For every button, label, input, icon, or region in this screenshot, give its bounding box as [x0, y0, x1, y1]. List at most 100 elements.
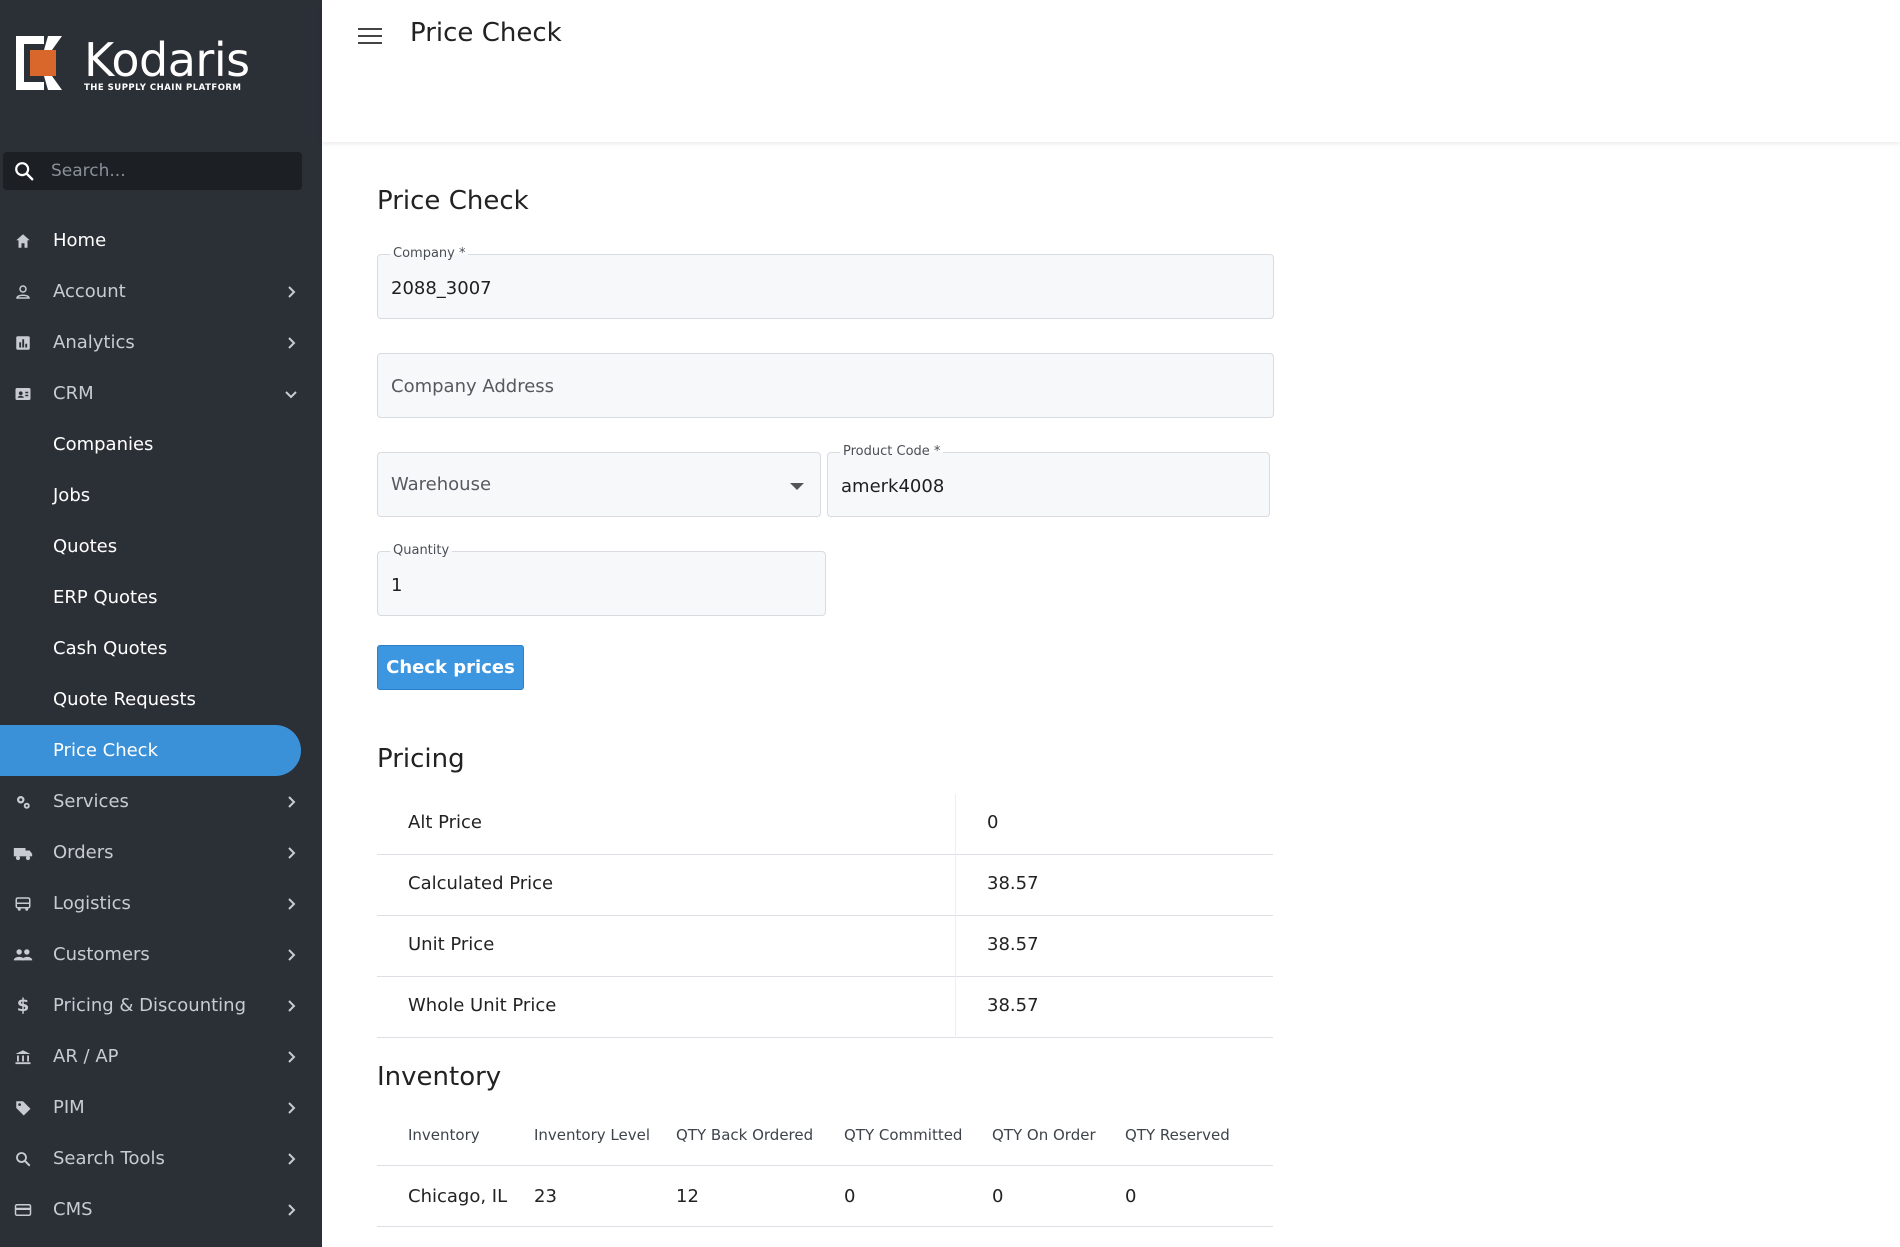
chevron-right-icon: [288, 948, 296, 961]
inventory-table: Inventory Inventory Level QTY Back Order…: [377, 1105, 1273, 1227]
quantity-field[interactable]: Quantity 1: [377, 543, 826, 616]
sidebar-item-quotes[interactable]: Quotes: [0, 521, 322, 572]
sidebar-item-services[interactable]: Services: [0, 776, 322, 827]
company-field[interactable]: Company * 2088_3007: [377, 246, 1274, 319]
sidebar-nav: Home Account Analytics CRM Companies Job…: [0, 215, 322, 1235]
chevron-right-icon: [288, 336, 296, 349]
pricing-label: Calculated Price: [408, 873, 554, 894]
table-row: Unit Price 38.57: [377, 916, 1273, 977]
sidebar-item-logistics[interactable]: Logistics: [0, 878, 322, 929]
chevron-right-icon: [288, 1203, 296, 1216]
sidebar-item-label: Cash Quotes: [53, 638, 168, 659]
chevron-down-icon: [285, 390, 297, 398]
column-header: QTY On Order: [992, 1126, 1096, 1144]
dropdown-arrow-icon: [790, 483, 804, 490]
sidebar-item-label: Home: [53, 230, 107, 251]
pricing-title: Pricing: [377, 744, 465, 774]
sidebar-item-label: AR / AP: [53, 1046, 119, 1067]
sidebar-item-home[interactable]: Home: [0, 215, 322, 266]
sidebar-search: [3, 152, 302, 190]
pricing-label: Unit Price: [408, 934, 495, 955]
sidebar-item-label: Orders: [53, 842, 114, 863]
warehouse-select[interactable]: Warehouse: [377, 452, 821, 517]
warehouse-placeholder: Warehouse: [391, 474, 492, 495]
chevron-right-icon: [288, 846, 296, 859]
menu-icon[interactable]: [358, 28, 382, 48]
sidebar-item-label: Search Tools: [53, 1148, 165, 1169]
sidebar-item-pricing-discounting[interactable]: $ Pricing & Discounting: [0, 980, 322, 1031]
card-icon: [13, 1200, 33, 1220]
sidebar-item-label: Account: [53, 281, 126, 302]
table-cell: 0: [1125, 1186, 1137, 1207]
sidebar-item-jobs[interactable]: Jobs: [0, 470, 322, 521]
contact-card-icon: [13, 384, 33, 404]
brand-name: Kodaris: [84, 33, 250, 87]
chevron-right-icon: [288, 999, 296, 1012]
chevron-right-icon: [288, 1101, 296, 1114]
table-cell: Chicago, IL: [408, 1186, 508, 1207]
sidebar-item-analytics[interactable]: Analytics: [0, 317, 322, 368]
column-header: Inventory Level: [534, 1126, 651, 1144]
sidebar-item-label: Companies: [53, 434, 154, 455]
sidebar-item-label: Customers: [53, 944, 150, 965]
pricing-table: Alt Price 0 Calculated Price 38.57 Unit …: [377, 794, 1273, 1038]
product-code-field[interactable]: Product Code * amerk4008: [827, 444, 1270, 517]
pricing-value: 38.57: [987, 995, 1039, 1016]
table-row: Alt Price 0: [377, 794, 1273, 855]
sidebar-item-ar-ap[interactable]: AR / AP: [0, 1031, 322, 1082]
table-cell: 0: [992, 1186, 1004, 1207]
sidebar-item-cms[interactable]: CMS: [0, 1184, 322, 1235]
search-icon: [13, 1149, 33, 1169]
sidebar-item-search-tools[interactable]: Search Tools: [0, 1133, 322, 1184]
people-icon: [13, 945, 33, 965]
sidebar-item-quote-requests[interactable]: Quote Requests: [0, 674, 322, 725]
pricing-label: Whole Unit Price: [408, 995, 557, 1016]
quantity-label: Quantity: [390, 543, 453, 558]
bank-icon: [13, 1047, 33, 1067]
sidebar-item-label: PIM: [53, 1097, 85, 1118]
logo[interactable]: Kodaris THE SUPPLY CHAIN PLATFORM: [14, 34, 250, 93]
company-label: Company *: [390, 246, 469, 261]
chart-icon: [13, 333, 33, 353]
home-icon: [13, 231, 33, 251]
sidebar-item-label: Jobs: [53, 485, 91, 506]
person-icon: [13, 282, 33, 302]
page-title: Price Check: [410, 18, 562, 48]
dollar-icon: $: [16, 995, 30, 1016]
sidebar-item-orders[interactable]: Orders: [0, 827, 322, 878]
product-code-value: amerk4008: [841, 476, 945, 497]
sidebar-item-price-check[interactable]: Price Check: [0, 725, 301, 776]
product-code-label: Product Code *: [840, 444, 944, 459]
pricing-value: 0: [987, 812, 999, 833]
pricing-value: 38.57: [987, 873, 1039, 894]
column-header: Inventory: [408, 1126, 480, 1144]
search-input[interactable]: [51, 161, 281, 181]
sidebar-item-label: Quote Requests: [53, 689, 196, 710]
sidebar-item-customers[interactable]: Customers: [0, 929, 322, 980]
sidebar-item-companies[interactable]: Companies: [0, 419, 322, 470]
company-address-placeholder: Company Address: [391, 376, 555, 397]
chevron-right-icon: [288, 285, 296, 298]
pricing-label: Alt Price: [408, 812, 483, 833]
sidebar-item-label: CMS: [53, 1199, 93, 1220]
column-header: QTY Back Ordered: [676, 1126, 814, 1144]
sidebar-item-account[interactable]: Account: [0, 266, 322, 317]
tag-icon: [13, 1098, 33, 1118]
bus-icon: [13, 894, 33, 914]
column-header: QTY Committed: [844, 1126, 963, 1144]
search-icon: [15, 162, 34, 181]
check-prices-button[interactable]: Check prices: [377, 645, 524, 690]
sidebar-item-cash-quotes[interactable]: Cash Quotes: [0, 623, 322, 674]
sidebar-item-erp-quotes[interactable]: ERP Quotes: [0, 572, 322, 623]
table-header: Inventory Inventory Level QTY Back Order…: [377, 1105, 1273, 1166]
sidebar-item-label: CRM: [53, 383, 94, 404]
sidebar-item-crm[interactable]: CRM: [0, 368, 322, 419]
table-row: Chicago, IL 23 12 0 0 0: [377, 1166, 1273, 1227]
chevron-right-icon: [288, 1050, 296, 1063]
top-bar: Price Check: [322, 0, 1900, 142]
sidebar-item-pim[interactable]: PIM: [0, 1082, 322, 1133]
table-cell: 23: [534, 1186, 557, 1207]
table-row: Whole Unit Price 38.57: [377, 977, 1273, 1038]
company-address-field[interactable]: Company Address: [377, 353, 1274, 418]
column-header: QTY Reserved: [1125, 1126, 1230, 1144]
